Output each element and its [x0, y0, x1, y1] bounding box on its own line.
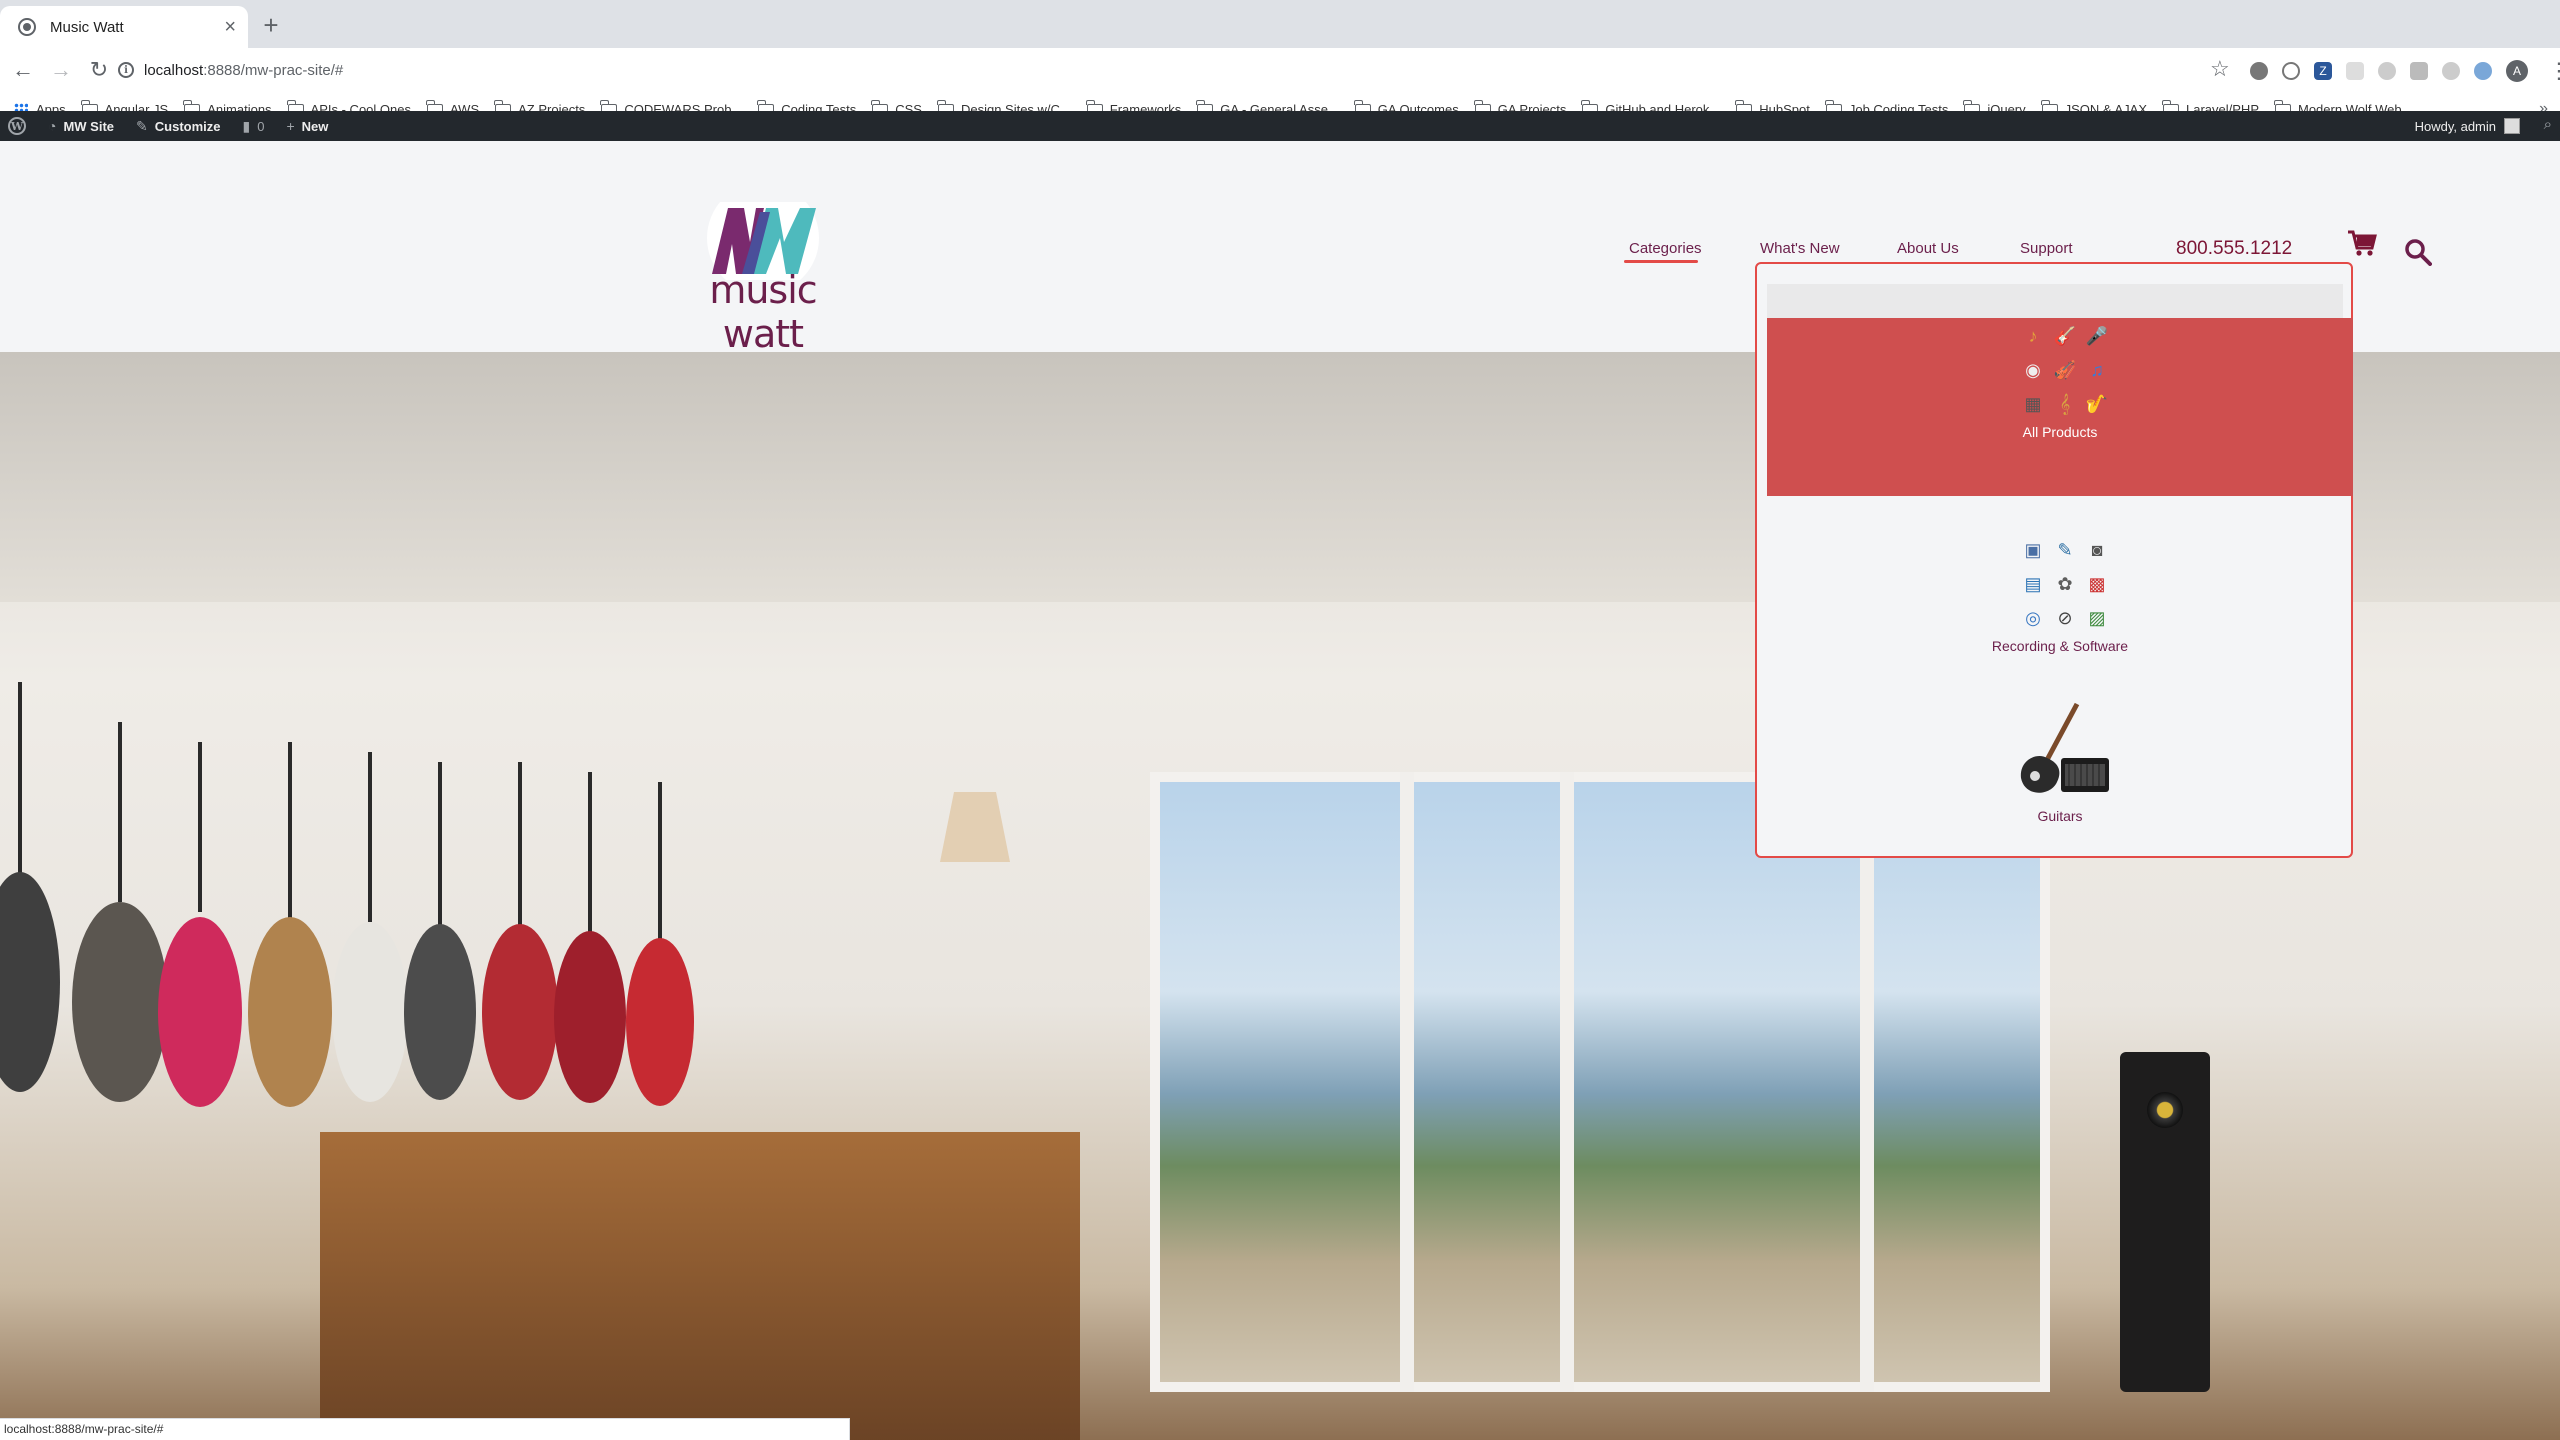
nav-about-us[interactable]: About Us — [1897, 240, 1959, 257]
instrument-collage-icon: ♪ 🎸 🎤 ◉ 🎻 ♫ ▦ 𝄞 🎷 — [2024, 326, 2109, 414]
admin-new-link[interactable]: + New — [286, 118, 328, 134]
close-icon[interactable]: × — [224, 17, 236, 37]
bookmark-star-icon[interactable]: ☆ — [2210, 56, 2230, 82]
admin-search-icon[interactable]: ⌕ — [2544, 116, 2552, 133]
dropdown-header-strip — [1767, 284, 2343, 318]
dropdown-item-label: Recording & Software — [1991, 638, 2129, 654]
dropdown-item-label: Guitars — [2037, 808, 2083, 824]
window-mullion — [1860, 772, 1874, 1392]
extension-icon[interactable] — [2346, 62, 2364, 80]
link-status-bar: localhost:8888/mw-prac-site/# — [0, 1418, 850, 1440]
comment-icon: ▮ — [242, 117, 251, 134]
profile-avatar[interactable]: A — [2506, 60, 2528, 82]
dashboard-icon: ◔ — [48, 118, 57, 134]
forward-arrow-icon[interactable]: → — [46, 55, 76, 85]
dropdown-item-recording-software[interactable]: ▣ ✎ ◙ ▤ ✿ ▩ ◎ ⊘ ▨ Recording & Software — [1767, 532, 2353, 672]
site-logo[interactable]: music watt — [668, 202, 858, 356]
tab-title: Music Watt — [50, 18, 124, 36]
browser-tabstrip: Music Watt × + — [0, 0, 2560, 48]
categories-dropdown: ♪ 🎸 🎤 ◉ 🎻 ♫ ▦ 𝄞 🎷 All Products ▣ ✎ ◙ ▤ ✿… — [1755, 262, 2353, 858]
extension-icon[interactable] — [2410, 62, 2428, 80]
logo-text: music watt — [709, 268, 817, 356]
address-bar[interactable]: i localhost:8888/mw-prac-site/# — [108, 52, 2248, 88]
browser-toolbar: ← → ↻ i localhost:8888/mw-prac-site/# ☆ … — [0, 48, 2560, 92]
brush-icon: ✎ — [136, 117, 148, 134]
avatar — [2504, 118, 2520, 134]
dropdown-item-all-products[interactable]: ♪ 🎸 🎤 ◉ 🎻 ♫ ▦ 𝄞 🎷 All Products — [1767, 318, 2353, 496]
window-mullion — [1400, 772, 1414, 1392]
search-icon[interactable] — [2404, 238, 2432, 266]
cart-icon[interactable] — [2347, 228, 2377, 258]
dropdown-item-guitars[interactable]: Guitars — [1767, 696, 2353, 842]
site-info-icon[interactable]: i — [118, 62, 134, 78]
wordpress-logo-icon[interactable]: W — [8, 117, 26, 135]
lamp-shade — [940, 792, 1010, 862]
admin-account-menu[interactable]: Howdy, admin — [2415, 111, 2520, 141]
nav-support[interactable]: Support — [2020, 240, 2073, 257]
extension-icon[interactable]: Z — [2314, 62, 2332, 80]
studio-desk — [320, 1132, 1080, 1440]
url-text: localhost:8888/mw-prac-site/# — [144, 61, 344, 79]
extension-icon[interactable] — [2282, 62, 2300, 80]
speaker-cone — [2147, 1092, 2183, 1128]
active-nav-underline — [1624, 260, 1698, 263]
wp-admin-bar: W ◔ MW Site ✎ Customize ▮ 0 + New Howdy, adm… — [0, 111, 2560, 141]
admin-site-link[interactable]: ◔ MW Site — [48, 118, 114, 134]
hero-window-view — [1150, 772, 2050, 1392]
extension-icons: Z A ⋮ — [2250, 58, 2560, 84]
browser-menu-icon[interactable]: ⋮ — [2548, 58, 2560, 84]
guitar-and-amp-icon — [2020, 702, 2109, 793]
extension-icon[interactable] — [2442, 62, 2460, 80]
dropdown-item-label: All Products — [2022, 424, 2098, 440]
admin-comments-link[interactable]: ▮ 0 — [243, 118, 265, 135]
plus-icon: + — [286, 118, 295, 134]
browser-tab[interactable]: Music Watt × — [0, 6, 248, 48]
admin-customize-link[interactable]: ✎ Customize — [136, 118, 220, 135]
phone-number[interactable]: 800.555.1212 — [2176, 238, 2292, 260]
nav-categories[interactable]: Categories — [1629, 240, 1702, 257]
extension-icon[interactable] — [2250, 62, 2268, 80]
extension-icon[interactable] — [2474, 62, 2492, 80]
back-arrow-icon[interactable]: ← — [8, 55, 38, 85]
software-collage-icon: ▣ ✎ ◙ ▤ ✿ ▩ ◎ ⊘ ▨ — [2024, 540, 2106, 628]
tab-favicon-icon — [18, 18, 36, 36]
new-tab-button[interactable]: + — [256, 10, 286, 40]
nav-whats-new[interactable]: What's New — [1760, 240, 1840, 257]
extension-icon[interactable] — [2378, 62, 2396, 80]
window-mullion — [1560, 772, 1574, 1392]
